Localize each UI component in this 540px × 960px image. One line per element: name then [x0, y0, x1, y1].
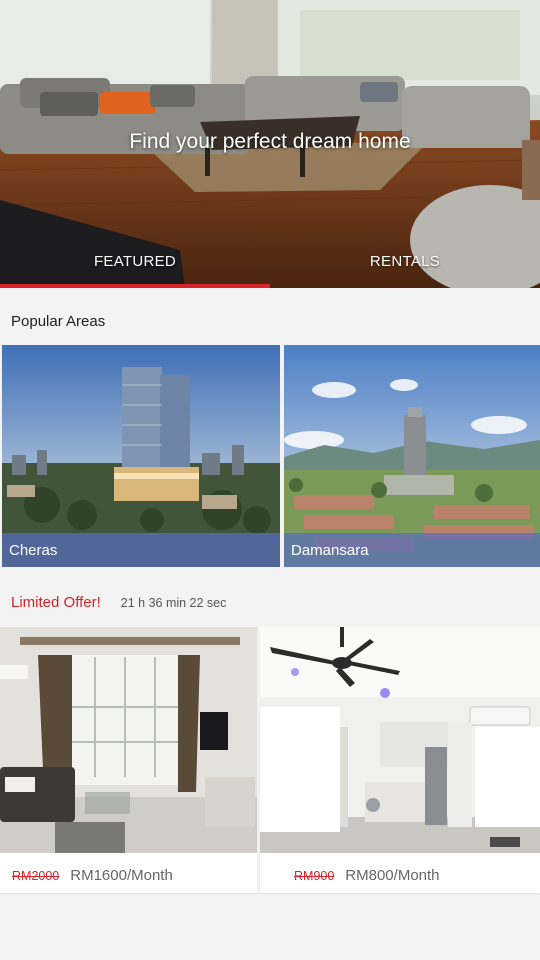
offer-countdown: 21 h 36 min 22 sec: [120, 596, 227, 610]
area-label: Cheras: [2, 533, 280, 567]
new-price: RM800/Month: [345, 867, 440, 884]
area-card-damansara[interactable]: Damansara: [284, 345, 540, 567]
tab-bar: FEATURED RENTALS: [0, 248, 540, 284]
area-card-cheras[interactable]: Cheras: [2, 345, 280, 567]
popular-areas-title: Popular Areas: [11, 313, 106, 330]
tab-selected-indicator: [0, 284, 270, 288]
listing-card[interactable]: RM900 RM800/Month: [260, 627, 540, 893]
listing-photo: [260, 627, 540, 853]
listing-photo: [0, 627, 257, 853]
tab-featured[interactable]: FEATURED: [0, 248, 270, 284]
hero-banner: Find your perfect dream home FEATURED RE…: [0, 0, 540, 288]
old-price: RM900: [294, 869, 335, 883]
price-row: RM900 RM800/Month: [294, 867, 440, 884]
popular-areas-grid: Cheras Damansara: [0, 345, 540, 567]
limited-offer-title: Limited Offer!: [11, 594, 101, 611]
tab-rentals[interactable]: RENTALS: [270, 248, 540, 284]
area-label: Damansara: [284, 533, 540, 567]
hero-title: Find your perfect dream home: [129, 130, 411, 153]
price-row: RM2000 RM1600/Month: [12, 867, 173, 884]
limited-offer-header: Limited Offer! 21 h 36 min 22 sec: [11, 594, 226, 611]
listing-card[interactable]: RM2000 RM1600/Month: [0, 627, 257, 893]
new-price: RM1600/Month: [70, 867, 173, 884]
old-price: RM2000: [12, 869, 60, 883]
